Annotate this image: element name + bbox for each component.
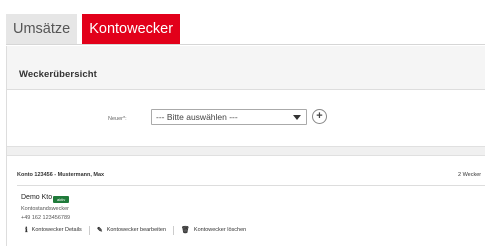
action-separator bbox=[88, 225, 90, 235]
account-title: Konto 123456 - Mustermann, Max bbox=[17, 172, 105, 178]
section-divider bbox=[7, 146, 485, 156]
info-icon: ℹ bbox=[25, 227, 28, 234]
details-link[interactable]: ℹ Kontowecker Details bbox=[25, 226, 82, 234]
status-badge: aktiv bbox=[53, 196, 70, 203]
edit-link[interactable]: ✎ Kontowecker bearbeiten bbox=[97, 226, 166, 234]
pencil-icon: ✎ bbox=[96, 227, 103, 234]
delete-link[interactable]: 🗑 Kontowecker löschen bbox=[181, 226, 246, 234]
tab-bar-underline bbox=[6, 44, 485, 45]
section-header: Weckerübersicht bbox=[7, 46, 485, 90]
new-wecker-select[interactable]: --- Bitte auswählen --- bbox=[151, 109, 307, 125]
kontowecker-panel: Weckerübersicht Neuer*: --- Bitte auswäh… bbox=[6, 46, 485, 246]
wecker-type: Kontostandswecker bbox=[21, 206, 69, 212]
wecker-name: Demo Kto bbox=[21, 194, 53, 201]
account-divider bbox=[17, 185, 485, 186]
edit-link-label: Kontowecker bearbeiten bbox=[106, 227, 167, 233]
add-wecker-button[interactable]: + bbox=[312, 109, 327, 124]
tab-umsaetze[interactable]: Umsätze bbox=[6, 14, 78, 44]
delete-link-label: Kontowecker löschen bbox=[193, 227, 247, 233]
tab-bar: Umsätze Kontowecker bbox=[6, 14, 181, 44]
trash-icon: 🗑 bbox=[181, 227, 190, 234]
details-link-label: Kontowecker Details bbox=[31, 227, 82, 233]
new-wecker-label: Neuer*: bbox=[108, 116, 127, 122]
plus-icon: + bbox=[316, 110, 323, 122]
wecker-actions: ℹ Kontowecker Details ✎ Kontowecker bear… bbox=[25, 225, 246, 235]
page-title: Weckerübersicht bbox=[19, 69, 97, 80]
tab-kontowecker[interactable]: Kontowecker bbox=[82, 14, 181, 44]
action-separator bbox=[173, 225, 175, 235]
wecker-phone: +49 162 123456789 bbox=[21, 215, 71, 221]
chevron-down-icon bbox=[293, 115, 301, 120]
wecker-count: 2 Wecker bbox=[458, 172, 482, 178]
new-wecker-select-value: --- Bitte auswählen --- bbox=[156, 112, 238, 122]
